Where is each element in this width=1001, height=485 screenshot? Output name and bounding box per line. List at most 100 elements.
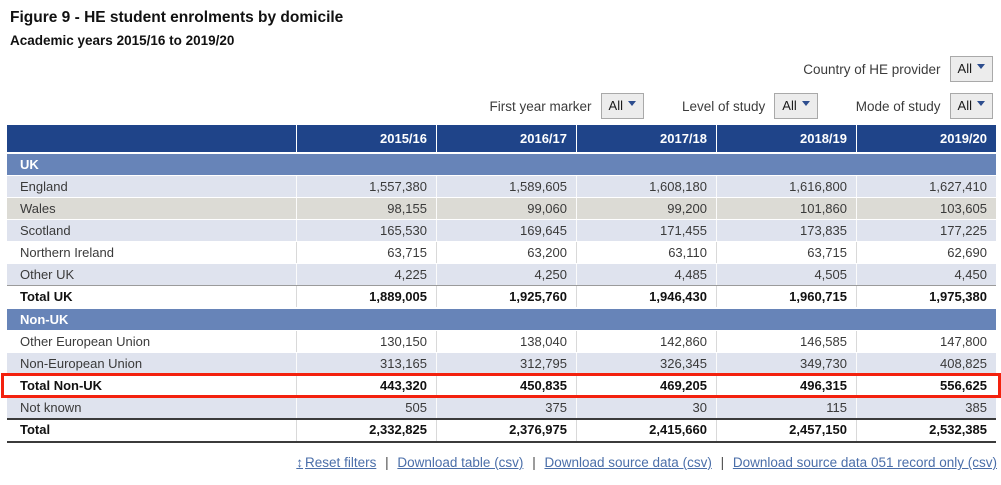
page-header: Figure 9 - HE student enrolments by domi… — [0, 0, 1001, 48]
cell-value: 4,250 — [436, 264, 576, 285]
first-year-marker-dropdown[interactable]: All — [601, 93, 644, 119]
row-label: Non-UK — [7, 309, 996, 330]
table-row-total-non-uk: Total Non-UK443,320450,835469,205496,315… — [7, 374, 996, 396]
cell-value: 385 — [856, 397, 996, 418]
table-row-other-european-union: Other European Union130,150138,040142,86… — [7, 330, 996, 352]
chevron-down-icon — [628, 101, 636, 106]
cell-value: 130,150 — [296, 331, 436, 352]
dropdown-value: All — [958, 61, 972, 77]
cell-value: 101,860 — [716, 198, 856, 219]
filter-row-2: First year marker All Level of study All… — [0, 93, 1001, 119]
table-row-wales: Wales98,15599,06099,200101,860103,605 — [7, 197, 996, 219]
row-label: Total — [7, 420, 296, 441]
cell-value: 2,415,660 — [576, 420, 716, 441]
link-separator: | — [532, 455, 536, 470]
cell-value: 375 — [436, 397, 576, 418]
row-label: Non-European Union — [7, 353, 296, 374]
reset-filters-icon: ↕ — [296, 455, 303, 470]
cell-value: 326,345 — [576, 353, 716, 374]
cell-value: 4,225 — [296, 264, 436, 285]
cell-value: 2,376,975 — [436, 420, 576, 441]
link-separator: | — [721, 455, 725, 470]
year-column-header: 2015/16 — [296, 125, 436, 152]
cell-value: 2,457,150 — [716, 420, 856, 441]
cell-value: 99,060 — [436, 198, 576, 219]
row-label: UK — [7, 154, 996, 175]
row-label: Wales — [7, 198, 296, 219]
cell-value: 99,200 — [576, 198, 716, 219]
cell-value: 312,795 — [436, 353, 576, 374]
row-label: Northern Ireland — [7, 242, 296, 263]
filter-mode-of-study: Mode of study All — [856, 93, 993, 119]
year-column-header: 2019/20 — [856, 125, 996, 152]
cell-value: 1,925,760 — [436, 286, 576, 307]
footer-links: ↕Reset filters | Download table (csv) | … — [0, 455, 1001, 470]
dropdown-value: All — [609, 98, 623, 114]
cell-value: 63,715 — [716, 242, 856, 263]
download-table-csv-link[interactable]: Download table (csv) — [397, 455, 523, 470]
filter-label: Mode of study — [856, 99, 941, 114]
cell-value: 1,616,800 — [716, 176, 856, 197]
table-header-row: 2015/16 2016/17 2017/18 2018/19 2019/20 — [7, 125, 996, 152]
cell-value: 142,860 — [576, 331, 716, 352]
cell-value: 177,225 — [856, 220, 996, 241]
year-column-header: 2017/18 — [576, 125, 716, 152]
mode-of-study-dropdown[interactable]: All — [950, 93, 993, 119]
level-of-study-dropdown[interactable]: All — [774, 93, 817, 119]
reset-filters-link[interactable]: ↕Reset filters — [296, 455, 376, 470]
cell-value: 169,645 — [436, 220, 576, 241]
cell-value: 4,505 — [716, 264, 856, 285]
cell-value: 556,625 — [856, 375, 996, 396]
page-title: Figure 9 - HE student enrolments by domi… — [10, 9, 1001, 27]
cell-value: 408,825 — [856, 353, 996, 374]
cell-value: 62,690 — [856, 242, 996, 263]
row-label: Total UK — [7, 286, 296, 307]
cell-value: 63,110 — [576, 242, 716, 263]
table-row-other-uk: Other UK4,2254,2504,4854,5054,450 — [7, 263, 996, 285]
cell-value: 4,450 — [856, 264, 996, 285]
cell-value: 98,155 — [296, 198, 436, 219]
download-source-data-csv-link[interactable]: Download source data (csv) — [544, 455, 711, 470]
enrolment-table: 2015/16 2016/17 2017/18 2018/19 2019/20 … — [7, 125, 996, 443]
cell-value: 63,715 — [296, 242, 436, 263]
cell-value: 469,205 — [576, 375, 716, 396]
country-filter-dropdown[interactable]: All — [950, 56, 993, 82]
cell-value: 1,557,380 — [296, 176, 436, 197]
cell-value: 4,485 — [576, 264, 716, 285]
cell-value: 2,532,385 — [856, 420, 996, 441]
row-label: Not known — [7, 397, 296, 418]
cell-value: 1,946,430 — [576, 286, 716, 307]
cell-value: 2,332,825 — [296, 420, 436, 441]
year-column-header: 2016/17 — [436, 125, 576, 152]
table-row-scotland: Scotland165,530169,645171,455173,835177,… — [7, 219, 996, 241]
year-column-header: 2018/19 — [716, 125, 856, 152]
cell-value: 115 — [716, 397, 856, 418]
table-row-northern-ireland: Northern Ireland63,71563,20063,11063,715… — [7, 241, 996, 263]
row-label: England — [7, 176, 296, 197]
cell-value: 1,975,380 — [856, 286, 996, 307]
cell-value: 147,800 — [856, 331, 996, 352]
cell-value: 443,320 — [296, 375, 436, 396]
link-separator: | — [385, 455, 389, 470]
group-row-non-uk: Non-UK — [7, 307, 996, 330]
cell-value: 138,040 — [436, 331, 576, 352]
group-row-uk: UK — [7, 152, 996, 175]
cell-value: 313,165 — [296, 353, 436, 374]
table-row-non-european-union: Non-European Union313,165312,795326,3453… — [7, 352, 996, 374]
page-subtitle: Academic years 2015/16 to 2019/20 — [10, 33, 1001, 48]
download-source-data-051-csv-link[interactable]: Download source data 051 record only (cs… — [733, 455, 997, 470]
cell-value: 505 — [296, 397, 436, 418]
table-row-not-known: Not known50537530115385 — [7, 396, 996, 418]
cell-value: 165,530 — [296, 220, 436, 241]
cell-value: 349,730 — [716, 353, 856, 374]
filter-label: Country of HE provider — [803, 62, 940, 77]
row-label: Total Non-UK — [7, 375, 296, 396]
filter-label: Level of study — [682, 99, 765, 114]
row-label: Other UK — [7, 264, 296, 285]
cell-value: 1,608,180 — [576, 176, 716, 197]
table-body: UKEngland1,557,3801,589,6051,608,1801,61… — [7, 152, 996, 443]
filter-row-1: Country of HE provider All — [0, 56, 1001, 82]
row-label: Scotland — [7, 220, 296, 241]
dropdown-value: All — [782, 98, 796, 114]
chevron-down-icon — [977, 101, 985, 106]
